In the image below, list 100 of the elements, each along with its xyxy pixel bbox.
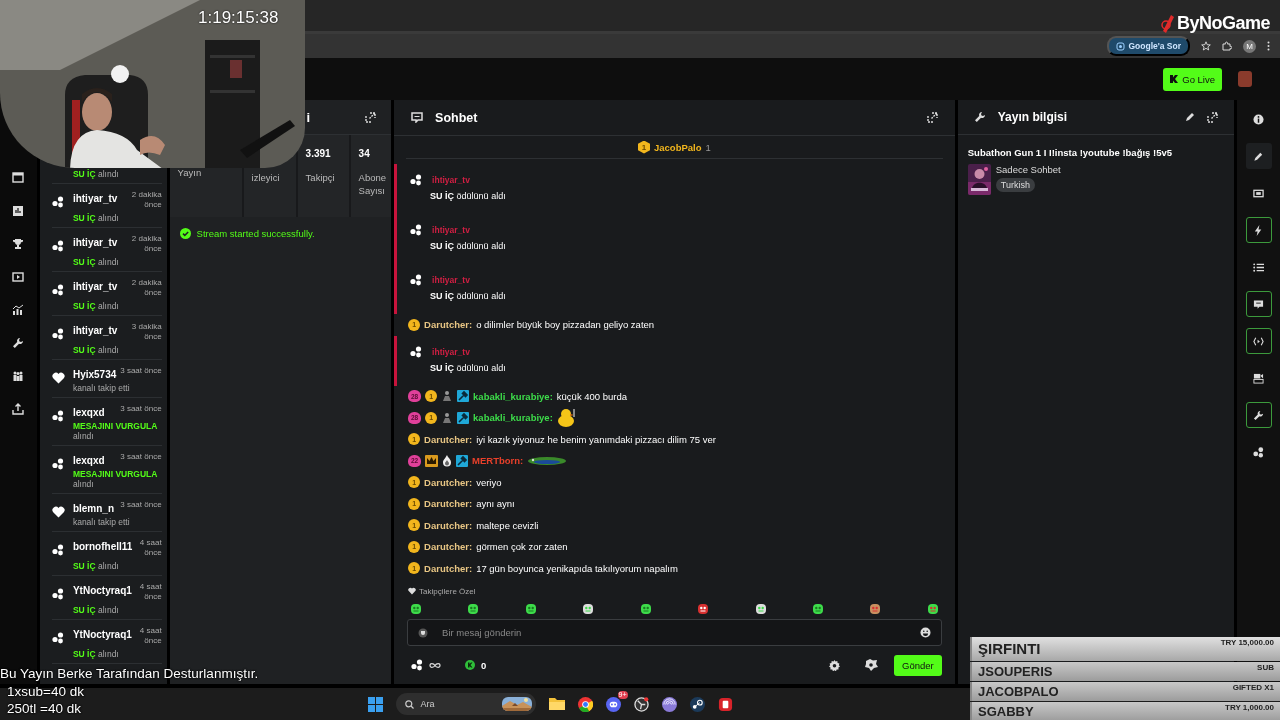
- emote-icon[interactable]: [524, 603, 537, 615]
- gifter-badge: 1: [638, 140, 650, 154]
- wrench-icon: [1253, 409, 1265, 421]
- lens-icon: [1116, 41, 1126, 51]
- reward-icon: [410, 174, 423, 186]
- chat-username[interactable]: kabakli_kurabiye:: [473, 412, 553, 424]
- emote-icon[interactable]: [754, 603, 767, 615]
- emote-icon[interactable]: [697, 603, 710, 615]
- kick-coin-icon: [465, 660, 476, 670]
- activity-text: kanalı takip etti: [72, 517, 131, 527]
- activity-text: SU İÇ alındı: [72, 213, 120, 223]
- chat-username[interactable]: Darutcher:: [424, 519, 473, 531]
- emoji-icon[interactable]: [919, 627, 931, 638]
- emote-icon[interactable]: [926, 603, 939, 615]
- chat-username[interactable]: Darutcher:: [424, 319, 473, 331]
- document-app-icon[interactable]: [717, 696, 733, 712]
- heart-icon: [408, 587, 417, 595]
- chat-icon-button[interactable]: [1245, 291, 1272, 317]
- emote-icon[interactable]: [811, 603, 824, 615]
- chat-message-text: küçük 400 burda: [556, 390, 628, 402]
- edit-icon-button[interactable]: [1245, 143, 1272, 169]
- username[interactable]: ihtiyar_tv: [72, 234, 118, 248]
- emote-icon[interactable]: [410, 603, 423, 615]
- message-field[interactable]: Bir mesaj gönderin: [407, 619, 942, 646]
- wrench-icon: [973, 111, 986, 123]
- popout-icon[interactable]: [1207, 111, 1219, 123]
- donor-name: ŞIRFINTI: [978, 639, 1041, 659]
- stream-timer: 1:19:15:38: [198, 8, 279, 28]
- shell-icon[interactable]: [661, 696, 677, 712]
- reward-icon: [51, 544, 64, 556]
- username[interactable]: lexqxd: [72, 404, 105, 418]
- username[interactable]: ihtiyar_tv: [72, 322, 118, 336]
- moderator-badge-icon: [456, 454, 469, 467]
- chat-username[interactable]: Darutcher:: [424, 562, 473, 574]
- wrench-icon[interactable]: [12, 337, 25, 349]
- settings-icon[interactable]: [829, 659, 841, 671]
- emote-icon[interactable]: [869, 603, 882, 615]
- trophy-icon[interactable]: [12, 238, 25, 250]
- pencil-icon[interactable]: [1185, 112, 1196, 122]
- activity-text: SU İÇ alındı: [72, 649, 120, 659]
- username[interactable]: ihtiyar_tv: [72, 190, 118, 204]
- windows-start-icon[interactable]: [367, 696, 383, 712]
- kebab-menu-icon[interactable]: [1267, 41, 1270, 51]
- chat-username[interactable]: kabakli_kurabiye:: [473, 390, 553, 402]
- chat-username[interactable]: Darutcher:: [424, 433, 473, 445]
- media-icon[interactable]: [12, 271, 25, 283]
- folder-icon[interactable]: [548, 697, 565, 711]
- chat-username[interactable]: Darutcher:: [424, 541, 473, 553]
- username[interactable]: blemn_n: [72, 500, 115, 514]
- figure-badge-icon: [441, 411, 454, 424]
- window-icon[interactable]: [12, 172, 25, 184]
- chat-message-text: veriyo: [476, 476, 502, 488]
- chat-message-text: maltepe cevizli: [476, 519, 539, 531]
- upload-icon[interactable]: [12, 403, 25, 415]
- channel-points-icon[interactable]: [411, 659, 424, 671]
- logo-mark-icon: [1160, 14, 1175, 33]
- taskbar-search[interactable]: Ara: [395, 693, 536, 715]
- emote-icon[interactable]: [467, 603, 480, 615]
- timestamp: 3 saat önce: [120, 404, 162, 414]
- star-icon[interactable]: [1201, 41, 1211, 51]
- stream-title: Subathon Gun 1 I I!insta !youtube !bağış !5v5: [967, 147, 1173, 158]
- recorder-icon[interactable]: [633, 696, 649, 712]
- username[interactable]: bornofhell11: [72, 538, 133, 552]
- bar-chart-icon[interactable]: [12, 205, 25, 217]
- activity-text: kanalı takip etti: [72, 383, 131, 393]
- message-input[interactable]: Bir mesaj gönderin: [440, 620, 908, 645]
- duck-emote-icon: [556, 407, 577, 428]
- chat-username[interactable]: Darutcher:: [424, 476, 473, 488]
- reward-icon: [51, 328, 64, 340]
- chat-username[interactable]: MERTborn:: [472, 455, 524, 467]
- username[interactable]: YtNoctyraq1: [72, 582, 132, 596]
- profile-avatar[interactable]: M: [1243, 39, 1256, 53]
- activity-text: MESAJINI VURGULA alındı: [72, 469, 159, 489]
- send-button[interactable]: Gönder: [894, 654, 942, 676]
- popout-icon[interactable]: [365, 111, 377, 123]
- line-chart-icon[interactable]: [12, 304, 25, 316]
- emote-icon[interactable]: [582, 603, 595, 615]
- username[interactable]: YtNoctyraq1: [72, 626, 132, 640]
- stat-label: Yayın: [177, 166, 203, 179]
- puzzle-icon[interactable]: [1222, 41, 1232, 51]
- category-name[interactable]: Sadece Sohbet: [995, 164, 1061, 175]
- username[interactable]: ihtiyar_tv: [72, 278, 118, 292]
- go-live-button[interactable]: Go Live: [1163, 67, 1222, 91]
- username[interactable]: Hyix5734: [72, 366, 117, 380]
- pinned-username[interactable]: JacobPalo: [654, 141, 702, 153]
- timestamp: 3 dakika önce: [130, 322, 162, 342]
- activity-text: SU İÇ alındı: [72, 605, 120, 615]
- wrench-icon-button[interactable]: [1245, 402, 1272, 428]
- activity-text: SU İÇ alındı: [72, 561, 120, 571]
- donor-name: JSOUPERIS: [978, 663, 1053, 681]
- people-icon[interactable]: [12, 370, 25, 382]
- popout-icon[interactable]: [926, 112, 938, 123]
- activity-text: SU İÇ alındı: [72, 169, 120, 179]
- emote-icon[interactable]: [639, 603, 652, 615]
- username[interactable]: lexqxd: [72, 452, 105, 466]
- ai-search-chip[interactable]: Google'a Sor: [1107, 36, 1190, 56]
- badge-star-icon[interactable]: [864, 659, 879, 671]
- bolt-icon-button[interactable]: [1245, 217, 1272, 243]
- code-icon-button[interactable]: [1245, 328, 1272, 354]
- chat-username[interactable]: Darutcher:: [424, 498, 473, 510]
